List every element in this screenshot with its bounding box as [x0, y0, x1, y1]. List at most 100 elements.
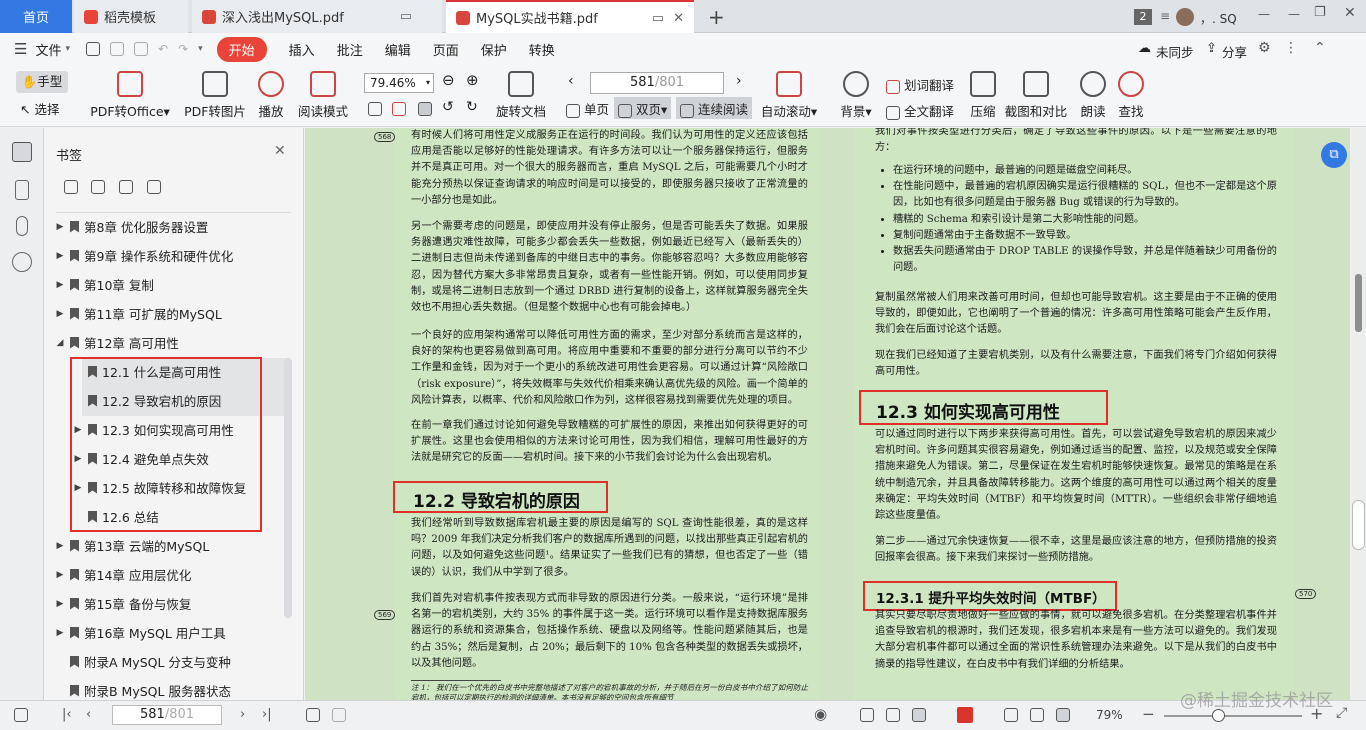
close-tab-icon[interactable]: ✕	[673, 11, 684, 26]
read-aloud-button[interactable]: 朗读	[1076, 71, 1110, 120]
bookmark-item[interactable]: ▶ 第8章 优化服务器设置	[54, 212, 209, 241]
bookmark-panel-icon[interactable]	[12, 142, 32, 162]
auto-scroll-button[interactable]: 自动滚动▾	[760, 71, 818, 120]
prev-page-icon[interactable]: ‹	[86, 707, 91, 722]
background-button[interactable]: 背景▾	[838, 71, 874, 120]
file-menu[interactable]: 文件	[35, 40, 61, 59]
collapse-all-icon[interactable]	[91, 180, 105, 194]
page-view-icon[interactable]	[886, 708, 900, 722]
delete-bookmark-icon[interactable]	[147, 180, 161, 194]
select-tool-button[interactable]: ↖ 选择	[20, 99, 59, 118]
rotate-right-icon[interactable]: ↻	[466, 99, 478, 115]
screenshot-compare-button[interactable]: 截图和对比	[1004, 71, 1068, 120]
floating-tool-button[interactable]: ⧉	[1321, 142, 1347, 168]
fullscreen-icon[interactable]: ⤢	[1336, 705, 1347, 721]
print-icon[interactable]	[134, 42, 148, 56]
chevron-up-icon[interactable]: ⌃	[1314, 40, 1326, 56]
find-button[interactable]: 查找	[1114, 71, 1148, 120]
zoom-level[interactable]: 79%	[1096, 708, 1123, 722]
expand-arrow-icon[interactable]: ▶	[54, 309, 66, 319]
last-page-icon[interactable]: ›|	[262, 707, 272, 722]
bookmark-item[interactable]: ▶ 第9章 操作系统和硬件优化	[54, 241, 234, 270]
tab-mysql-practice-pdf[interactable]: MySQL实战书籍.pdf ▭ ✕	[446, 0, 694, 33]
attachment-icon[interactable]	[16, 216, 28, 236]
menu-edit[interactable]: 编辑	[385, 40, 411, 59]
close-panel-icon[interactable]: ✕	[274, 143, 286, 159]
avatar[interactable]	[1176, 8, 1194, 26]
expand-arrow-icon[interactable]: ▶	[54, 541, 66, 551]
fit-page-icon[interactable]	[392, 102, 406, 116]
expand-arrow-icon[interactable]: ▶	[54, 280, 66, 290]
rotate-left-icon[interactable]: ↺	[442, 99, 454, 115]
expand-arrow-icon[interactable]: ◢	[54, 338, 66, 348]
first-page-icon[interactable]: |‹	[62, 707, 72, 722]
menu-protect[interactable]: 保护	[481, 40, 507, 59]
menu-page[interactable]: 页面	[433, 40, 459, 59]
play-button[interactable]: 播放	[254, 71, 288, 120]
scroll-thumb[interactable]	[1355, 274, 1362, 332]
single-page-button[interactable]: 单页	[566, 99, 609, 118]
zoom-out-icon[interactable]: ⊖	[442, 71, 455, 89]
expand-arrow-icon[interactable]: ▶	[54, 222, 66, 232]
share-button[interactable]: 分享	[1222, 42, 1247, 61]
bookmark-item[interactable]: ▶ 第15章 备份与恢复	[54, 589, 192, 618]
expand-arrow-icon[interactable]: ▶	[54, 570, 66, 580]
zoom-slider[interactable]	[1164, 715, 1302, 717]
panel-scrollbar[interactable]	[284, 358, 292, 618]
chevron-down-icon[interactable]: ▾	[65, 44, 70, 54]
minimize-window-icon[interactable]: —	[1288, 7, 1300, 21]
fit-width-icon[interactable]	[1056, 708, 1070, 722]
rotate-document-button[interactable]: 旋转文档	[494, 71, 548, 120]
window-count-badge[interactable]: 2	[1134, 9, 1152, 25]
hand-tool-button[interactable]: ✋手型	[16, 71, 68, 93]
zoom-in-icon[interactable]: ⊕	[466, 71, 479, 89]
next-page-icon[interactable]: ›	[736, 73, 742, 89]
screen-icon[interactable]: ▭	[400, 9, 412, 24]
bookmark-item[interactable]: ▶ 第11章 可扩展的MySQL	[54, 299, 222, 328]
double-page-view-icon[interactable]	[912, 708, 926, 722]
double-page-button[interactable]: 双页▾	[614, 97, 672, 119]
bookmark-item[interactable]: 附录A MySQL 分支与变种	[54, 647, 231, 676]
open-folder-icon[interactable]	[86, 42, 100, 56]
tab-mysql-intro-pdf[interactable]: 深入浅出MySQL.pdf ▭	[192, 0, 442, 33]
zoom-select[interactable]: 79.46% ▾	[364, 73, 434, 93]
full-translate-button[interactable]: 全文翻译	[886, 101, 954, 120]
single-page-view-icon[interactable]	[860, 708, 874, 722]
side-handle[interactable]	[1352, 500, 1365, 550]
continuous-read-button[interactable]: 连续阅读	[676, 97, 752, 119]
menu-start[interactable]: 开始	[216, 36, 267, 62]
prev-page-icon[interactable]: ‹	[568, 73, 574, 89]
undo-icon[interactable]: ↶	[158, 42, 168, 56]
screen-icon[interactable]: ▭	[652, 11, 664, 26]
bookmark-item[interactable]: ▶ 第16章 MySQL 用户工具	[54, 618, 226, 647]
actual-size-icon[interactable]	[1004, 708, 1018, 722]
tab-home[interactable]: 首页	[0, 0, 72, 33]
read-mode-button[interactable]: 阅读模式	[296, 71, 350, 120]
list-icon[interactable]: ≡	[1160, 9, 1170, 23]
restore-window-icon[interactable]: ❐	[1314, 5, 1326, 20]
expand-arrow-icon[interactable]: ▶	[54, 628, 66, 638]
redo-icon[interactable]: ↷	[178, 42, 188, 56]
save-icon[interactable]	[110, 42, 124, 56]
page-number-input[interactable]: 581/801	[590, 72, 724, 94]
hamburger-icon[interactable]: ☰	[14, 40, 27, 58]
tab-docer-templates[interactable]: 稻壳模板	[74, 0, 188, 33]
bookmark-item[interactable]: ▶ 第13章 云端的MySQL	[54, 531, 210, 560]
menu-convert[interactable]: 转换	[529, 40, 555, 59]
status-page-input[interactable]: 581/801	[112, 705, 222, 725]
bookmark-item[interactable]: ◢ 第12章 高可用性	[54, 328, 179, 357]
zoom-out-icon[interactable]: −	[1142, 705, 1155, 723]
annotation-icon[interactable]	[12, 252, 32, 272]
fit-page-icon[interactable]	[1030, 708, 1044, 722]
add-bookmark-icon[interactable]	[119, 180, 133, 194]
bookmark-item[interactable]: ▶ 第10章 复制	[54, 270, 154, 299]
close-window-icon[interactable]: ✕	[1344, 5, 1356, 21]
fit-width-icon[interactable]	[418, 102, 432, 116]
bookmark-item[interactable]: ▶ 第14章 应用层优化	[54, 560, 192, 589]
menu-comment[interactable]: 批注	[337, 40, 363, 59]
vertical-scrollbar[interactable]	[1351, 128, 1366, 700]
new-tab-button[interactable]: +	[708, 5, 725, 29]
back-icon[interactable]	[306, 708, 320, 722]
thumbnail-icon[interactable]	[15, 180, 29, 200]
menu-insert[interactable]: 插入	[289, 40, 315, 59]
